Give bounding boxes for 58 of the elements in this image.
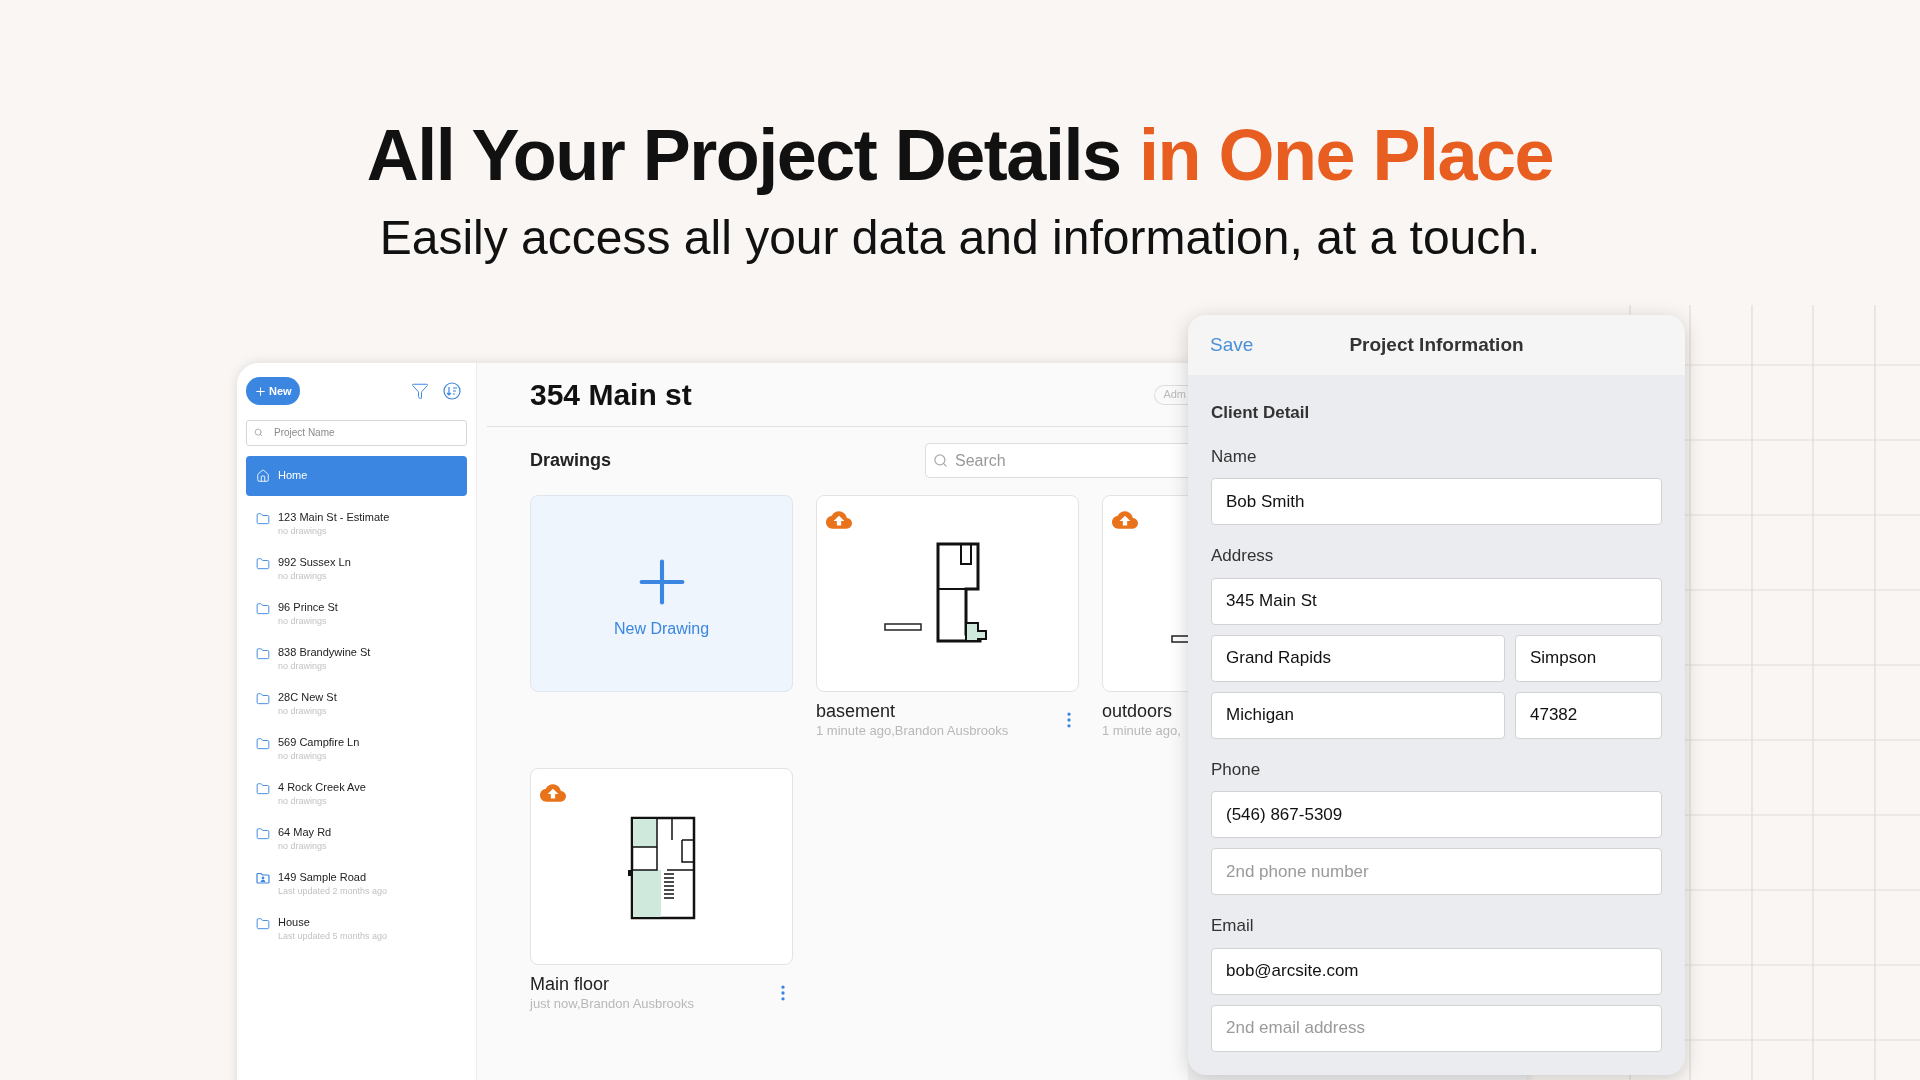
drawing-name: outdoors (1102, 700, 1174, 722)
panel-title: Project Information (1349, 332, 1524, 357)
drawing-thumbnail[interactable] (816, 495, 1079, 692)
text-field[interactable]: 345 Main St (1211, 577, 1662, 625)
field-label: Email (1211, 915, 1255, 937)
project-name[interactable]: 992 Sussex Ln (278, 554, 351, 570)
project-name[interactable]: 569 Campfire Ln (278, 734, 360, 750)
text-field[interactable]: 2nd phone number (1211, 848, 1662, 895)
section-heading: Client Detail (1211, 402, 1311, 424)
folder-icon (256, 691, 270, 706)
drawing-meta: 1 minute ago, (1102, 722, 1181, 740)
text-field[interactable]: Bob Smith (1211, 478, 1662, 525)
text-field[interactable]: 47382 (1515, 691, 1662, 739)
folder-icon (256, 736, 270, 751)
folder-icon (256, 646, 270, 661)
text-field[interactable]: Michigan (1211, 691, 1505, 739)
shared-folder-icon (256, 871, 270, 884)
project-name[interactable]: 123 Main St - Estimate (278, 509, 390, 525)
text-field[interactable]: Simpson (1515, 634, 1662, 682)
field-label: Phone (1211, 758, 1262, 781)
folder-icon (256, 826, 270, 841)
project-name[interactable]: 149 Sample Road (278, 869, 388, 885)
text-field[interactable]: 2nd email address (1211, 1004, 1662, 1052)
home-item[interactable]: Home (246, 455, 467, 496)
project-name[interactable]: 96 Prince St (278, 599, 338, 615)
project-name[interactable]: 28C New St (278, 689, 337, 705)
text-field[interactable]: bob@arcsite.com (1211, 947, 1662, 995)
drawing-name: basement (816, 700, 897, 722)
filter-icon[interactable] (411, 382, 429, 400)
subtitle: Easily access all your data and information, at a touch. (379, 210, 1541, 266)
folder-icon (256, 916, 270, 931)
project-search-field[interactable]: Project Name (246, 419, 467, 446)
drawing-name: Main floor (530, 973, 611, 995)
search-icon (254, 428, 263, 437)
section-title: Drawings (530, 449, 612, 472)
folder-icon (256, 511, 270, 526)
text-field[interactable]: (546) 867-5309 (1211, 791, 1662, 838)
search-icon (933, 453, 948, 468)
field-label: Name (1211, 445, 1258, 468)
project-name[interactable]: 4 Rock Creek Ave (278, 779, 366, 795)
field-label: Address (1211, 545, 1275, 567)
new-button[interactable]: New (246, 377, 300, 405)
drawing-meta: just now,Brandon Ausbrooks (530, 995, 695, 1013)
sort-icon[interactable] (443, 382, 461, 400)
project-name[interactable]: 64 May Rd (278, 824, 332, 840)
drawing-meta: 1 minute ago,Brandon Ausbrooks (816, 722, 1009, 740)
drawings-search-field[interactable]: Search (925, 443, 1188, 478)
home-icon (256, 468, 270, 483)
text-field[interactable]: Grand Rapids (1211, 634, 1505, 682)
project-name[interactable]: House (278, 914, 388, 930)
folder-icon (256, 556, 270, 571)
drawing-thumbnail[interactable] (530, 768, 793, 965)
plus-icon (254, 384, 267, 398)
folder-icon (256, 781, 270, 796)
headline: All Your Project Details in One Place (366, 114, 1554, 197)
project-title: 354 Main st (530, 377, 692, 413)
folder-icon (256, 601, 270, 616)
project-name[interactable]: 838 Brandywine St (278, 644, 371, 660)
